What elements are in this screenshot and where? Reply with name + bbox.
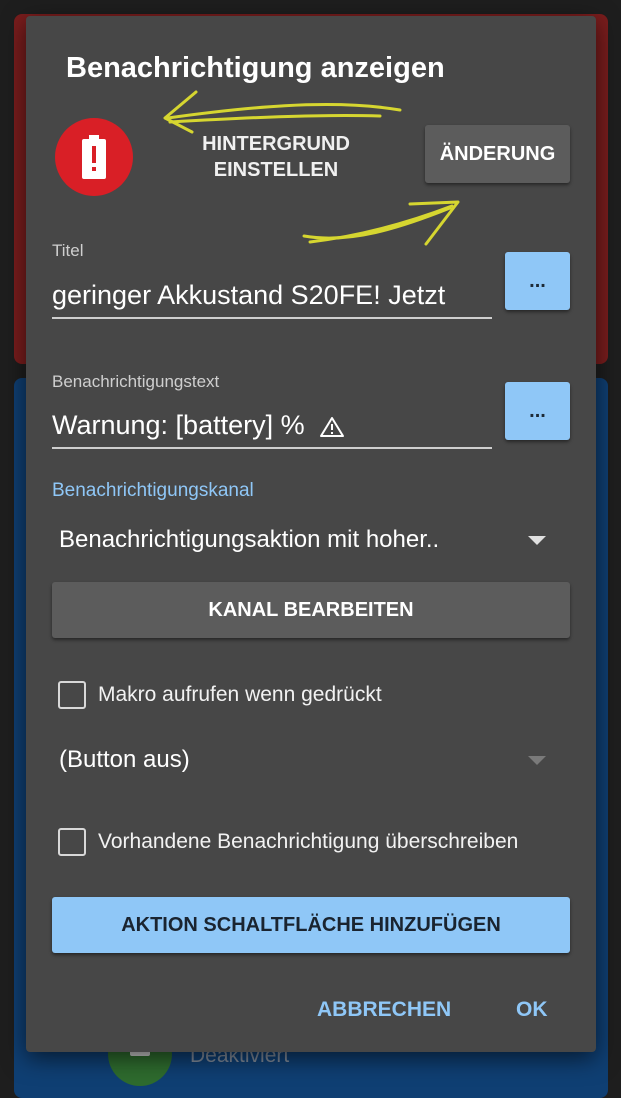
macro-checkbox[interactable]	[58, 681, 86, 709]
text-field-input[interactable]: Warnung: [battery] %	[52, 410, 492, 449]
edit-channel-button[interactable]: KANAL BEARBEITEN	[52, 582, 570, 638]
overwrite-checkbox[interactable]	[58, 828, 86, 856]
dialog-title: Benachrichtigung anzeigen	[66, 52, 445, 84]
button-dropdown-arrow-icon[interactable]	[528, 756, 546, 765]
change-background-button[interactable]: ÄNDERUNG	[425, 125, 570, 183]
macro-checkbox-label[interactable]: Makro aufrufen wenn gedrückt	[98, 683, 382, 707]
text-more-button[interactable]: ...	[505, 382, 570, 440]
background-setting-label: HINTERGRUND EINSTELLEN	[202, 133, 350, 181]
button-select[interactable]: (Button aus)	[59, 746, 190, 774]
battery-alert-glyph	[82, 135, 106, 179]
warning-icon	[319, 416, 344, 437]
text-field-value: Warnung: [battery] %	[52, 410, 305, 440]
channel-select[interactable]: Benachrichtigungsaktion mit hoher..	[59, 526, 439, 554]
text-field-label: Benachrichtigungstext	[52, 372, 220, 391]
title-field-input[interactable]: geringer Akkustand S20FE! Jetzt	[52, 280, 492, 319]
notification-dialog: Benachrichtigung anzeigen HINTERGRUND EI…	[26, 16, 596, 1052]
title-field-label: Titel	[52, 241, 84, 260]
cancel-button[interactable]: ABBRECHEN	[317, 998, 451, 1022]
channel-dropdown-arrow-icon[interactable]	[528, 536, 546, 545]
overwrite-checkbox-label[interactable]: Vorhandene Benachrichtigung überschreibe…	[98, 830, 518, 854]
channel-label: Benachrichtigungskanal	[52, 480, 254, 501]
add-action-button[interactable]: AKTION SCHALTFLÄCHE HINZUFÜGEN	[52, 897, 570, 953]
title-more-button[interactable]: ...	[505, 252, 570, 310]
ok-button[interactable]: OK	[516, 998, 548, 1022]
battery-alert-icon[interactable]	[55, 118, 133, 196]
